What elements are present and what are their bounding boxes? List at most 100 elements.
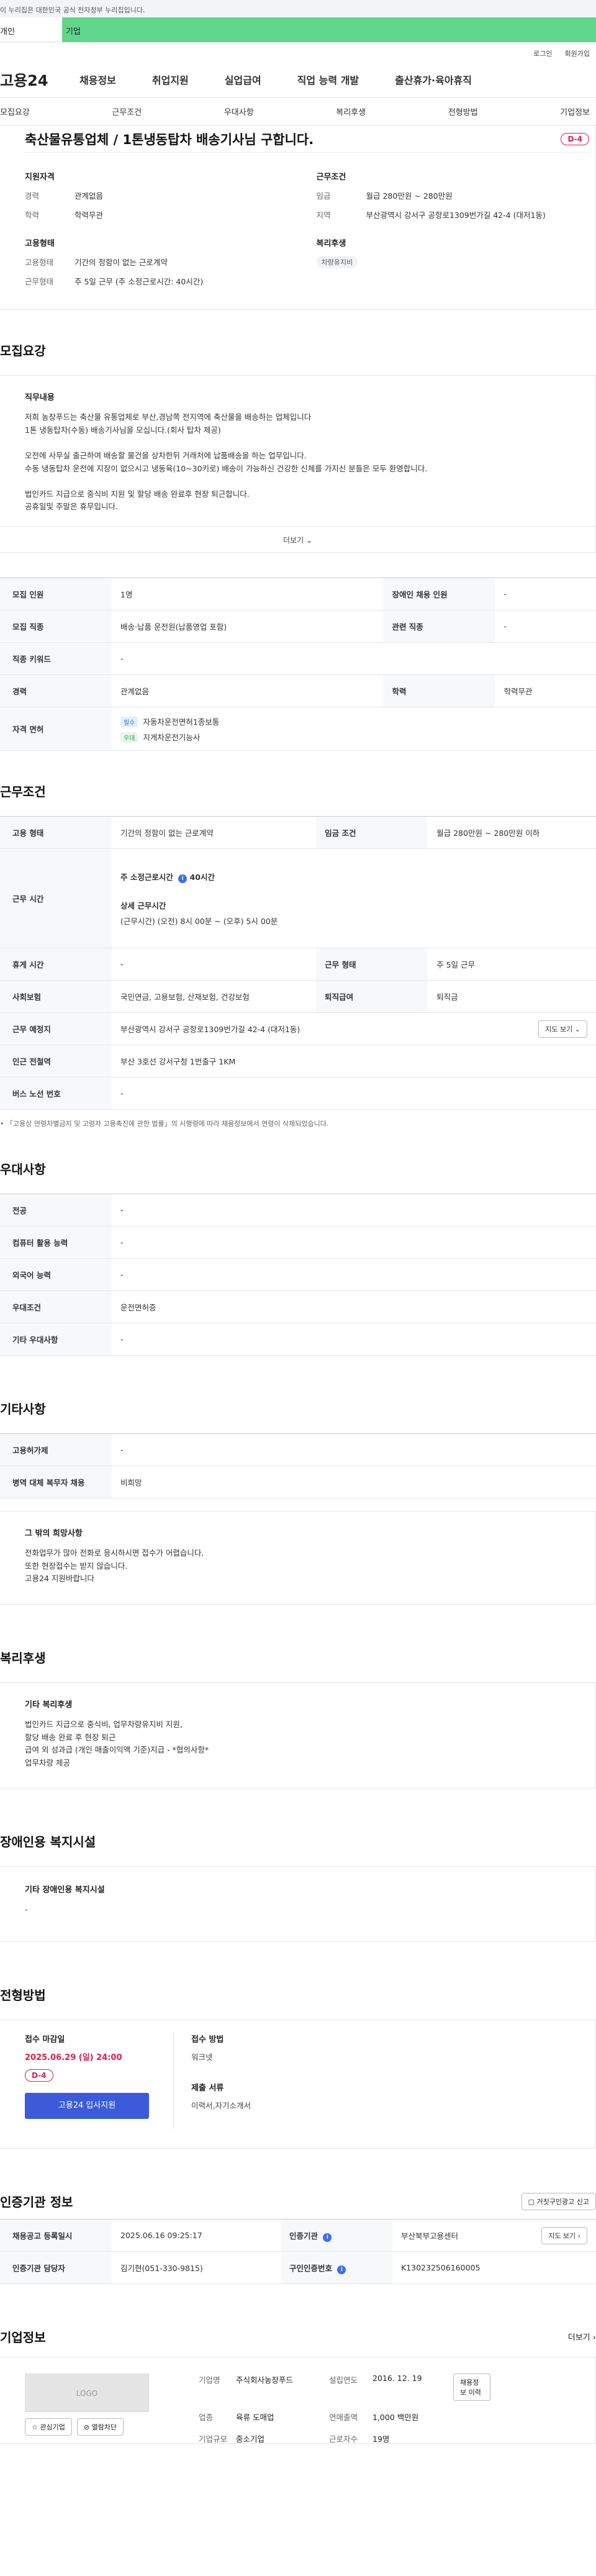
info-icon[interactable]: i <box>337 2265 346 2274</box>
cell-value: - <box>112 1226 596 1259</box>
corp-jobs-cell: 채용정보 이력 <box>453 2374 490 2401</box>
corp-value: 중소기업 <box>236 2434 265 2444</box>
gnb-item-jobs[interactable]: 채용정보 <box>79 72 116 87</box>
cell-key: 모집 직종 <box>0 610 112 643</box>
tab-person[interactable]: 개인 <box>0 17 62 42</box>
apply-button[interactable]: 고용24 입사지원 <box>25 2093 149 2119</box>
apply-method-col: 접수 방법 워크넷 제출 서류 이력서,자기소개서 <box>191 2033 251 2129</box>
fav-button[interactable]: ☆ 관심기업 <box>25 2418 72 2436</box>
age-note-text: 「고용상 연령차별금지 및 고령자 고용촉진에 관한 법률」의 시행령에 따라 … <box>6 1120 329 1128</box>
summary-cond-heading: 근무조건 <box>316 173 346 182</box>
cell-key: 우대조건 <box>0 1290 112 1323</box>
site-logo[interactable]: 고용24 <box>0 68 79 90</box>
recruit-table: 모집 인원 1명 장애인 채용 인원 - 모집 직종 배송·납품 운전원(납품영… <box>0 578 596 751</box>
summary-value: 학력무관 <box>74 211 104 220</box>
summary-row: 경력 관계없음 <box>25 189 298 201</box>
info-icon[interactable]: i <box>323 2233 332 2242</box>
job-history-button[interactable]: 채용정보 이력 <box>453 2374 490 2401</box>
cell-key: 장애인 채용 인원 <box>383 578 495 610</box>
wish-heading: 그 밖의 희망사항 <box>25 1529 83 1538</box>
welfare-chip: 차량유지비 <box>316 256 358 268</box>
cell-key: 관련 직종 <box>383 610 495 643</box>
cell-key: 채용공고 등록일시 <box>0 2219 112 2252</box>
corp-section-title: 기업정보 <box>0 2330 46 2345</box>
map-button[interactable]: 지도 보기 ⌄ <box>538 1020 587 1038</box>
cell-value: - <box>112 642 596 675</box>
agency-label: 인증기관 <box>289 2231 318 2241</box>
job-desc-line: 1톤 냉동탑차(수동) 배송기사님을 모십니다.(회사 탑차 제공) <box>25 425 221 435</box>
global-nav: 고용24 채용정보 취업지원 실업급여 직업 능력 개발 출산휴가·육아휴직 <box>0 61 596 98</box>
welfare-line: 법인카드 지급으로 중식비, 업무차량유지비 지원, <box>25 1719 183 1729</box>
tab-apply[interactable]: 전형방법 <box>448 106 478 117</box>
table-row: 직종 키워드 - <box>0 642 596 675</box>
agency-section-title: 인증기관 정보 <box>0 2195 73 2210</box>
tab-pref[interactable]: 우대사항 <box>224 106 254 117</box>
login-link[interactable]: 로그인 <box>533 48 552 61</box>
job-desc-heading: 직무내용 <box>25 393 55 402</box>
corp-box: LOGO ☆ 관심기업 ⊘ 열람차단 기업명 주식회사농장푸드 설립연도 201… <box>0 2357 596 2444</box>
tab-recruit[interactable]: 모집요강 <box>0 106 30 117</box>
gnb-item-leave[interactable]: 출산휴가·육아휴직 <box>395 72 472 87</box>
corp-logo: LOGO <box>25 2374 149 2412</box>
info-icon[interactable]: i <box>178 874 187 883</box>
signup-link[interactable]: 회원가입 <box>565 48 590 61</box>
apply-box: 접수 마감일 2025.06.29 (일) 24:00 D-4 고용24 입사지… <box>0 2020 596 2149</box>
docs-label: 제출 서류 <box>191 2084 224 2093</box>
cell-key: 기타 우대사항 <box>0 1323 112 1356</box>
cell-key: 버스 노선 번호 <box>0 1077 112 1110</box>
tab-welfare[interactable]: 복리후생 <box>336 106 366 117</box>
gov-notice-text: 이 누리집은 대한민국 공식 전자정부 누리집입니다. <box>0 6 145 14</box>
gnb-item-support[interactable]: 취업지원 <box>152 72 189 87</box>
more-label: 더보기 <box>282 536 304 545</box>
summary-qual: 지원자격 경력 관계없음 학력 학력무관 <box>25 153 298 228</box>
table-row: 휴게 시간 - 근무 형태 주 5일 근무 <box>0 948 596 981</box>
apply-section-title: 전형방법 <box>0 1988 46 2003</box>
report-button[interactable]: ▢ 거짓구인광고 신고 <box>521 2192 596 2210</box>
corp-empty-cell <box>453 2411 490 2423</box>
cell-key: 임금 조건 <box>316 816 428 849</box>
cell-value: 2025.06.16 09:25:17 <box>112 2219 281 2252</box>
cell-key: 인근 전철역 <box>0 1045 112 1077</box>
gnb-item-training[interactable]: 직업 능력 개발 <box>297 72 359 87</box>
license-name: 자동차운전면허1종보통 <box>143 717 220 727</box>
chevron-down-icon: ⌄ <box>305 536 312 545</box>
corp-value: 주식회사농장푸드 <box>236 2375 294 2385</box>
more-button[interactable]: 더보기 ⌄ <box>0 527 596 553</box>
welfare-heading: 기타 복리후생 <box>25 1700 73 1710</box>
corp-value: 19명 <box>372 2434 390 2444</box>
cell-value: 1명 <box>112 578 384 610</box>
pref-table: 전공 - 컴퓨터 활용 능력 - 외국어 능력 - 우대조건 운전면허증 기타 우대사항… <box>0 1194 596 1356</box>
cell-key: 구인인증번호 i <box>281 2251 392 2284</box>
cell-key: 학력 <box>383 674 495 707</box>
cell-value: - <box>112 1194 596 1227</box>
tab-company[interactable]: 기업 <box>62 17 596 42</box>
cell-value: 김기현(051-330-9815) <box>112 2251 281 2284</box>
star-icon: ☆ <box>32 2423 38 2431</box>
table-row: 근무 시간 주 소정근로시간 i 40시간 상세 근무시간 (근무시간) (오전… <box>0 848 596 948</box>
gnb-item-benefit[interactable]: 실업급여 <box>225 72 261 87</box>
wish-line: 고용24 지원바랍니다 <box>25 1574 94 1584</box>
work-place-value: 부산광역시 강서구 공항로1309번가길 42-4 (대저1동) <box>120 1025 300 1034</box>
cert-no-label: 구인인증번호 <box>289 2263 333 2273</box>
job-desc-line: 저희 농장푸드는 축산물 유통업체로 부산,경남쪽 전지역에 축산물을 배송하는… <box>25 412 312 422</box>
table-row: 모집 인원 1명 장애인 채용 인원 - <box>0 578 596 610</box>
section-tabs: 모집요강 근무조건 우대사항 복리후생 전형방법 기업정보 <box>0 98 596 125</box>
table-row: 자격 면허 필수 자동차운전면허1종보통 우대 지게차운전기능사 <box>0 707 596 751</box>
cell-value: 국민연금, 고용보험, 산재보험, 건강보험 <box>112 980 317 1013</box>
block-button[interactable]: ⊘ 열람차단 <box>76 2418 124 2436</box>
agency-map-button[interactable]: 지도 보기 › <box>541 2226 587 2244</box>
block-icon: ⊘ <box>83 2423 90 2431</box>
tab-corp[interactable]: 기업정보 <box>560 106 590 117</box>
corp-more-link[interactable]: 더보기 › <box>568 2331 596 2342</box>
table-row: 고용 형태 기간의 정함이 없는 근로계약 임금 조건 월급 280만원 ~ 2… <box>0 816 596 849</box>
summary-emp: 고용형태 고용형태 기간의 정함이 없는 근로계약 근무형태 주 5일 근무 (주 … <box>25 228 298 294</box>
cell-key: 근무 형태 <box>316 948 428 981</box>
method-value: 워크넷 <box>191 2052 213 2062</box>
disab-value: - <box>25 1905 28 1915</box>
table-row: 고용허가제 - <box>0 1433 596 1466</box>
cell-key: 사회보험 <box>0 980 112 1013</box>
summary-key: 경력 <box>25 191 40 201</box>
corp-key: 기업명 <box>199 2375 220 2385</box>
tab-work[interactable]: 근무조건 <box>112 106 142 117</box>
cell-key: 퇴직급여 <box>316 980 428 1013</box>
